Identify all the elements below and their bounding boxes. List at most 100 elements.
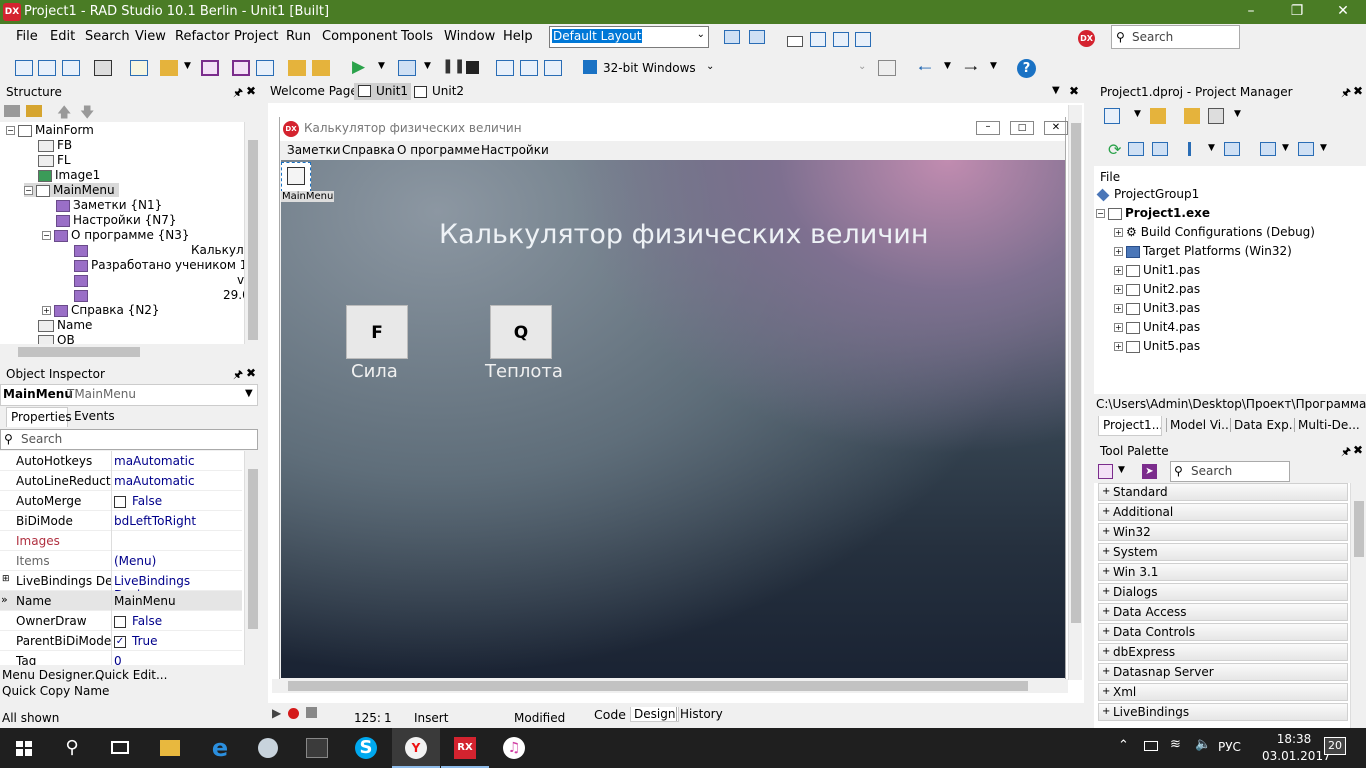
force-button[interactable]: F [346,305,408,359]
stop-icon[interactable] [466,61,479,74]
close-icon[interactable]: ✖ [246,366,256,380]
tab-unit2[interactable]: Unit2 [412,84,464,98]
run-without-debug-icon[interactable] [398,60,416,76]
structure-vscroll[interactable] [244,122,260,344]
property-row[interactable]: BiDiMode bdLeftToRight [0,511,242,531]
property-row[interactable]: AutoLineReductionmaAutomatic [0,471,242,491]
tray-chevron-icon[interactable]: ⌃ [1118,738,1129,753]
task-view-icon[interactable] [96,728,144,768]
unit-item[interactable]: + Unit4.pas [1114,320,1200,334]
forward-arrow-icon[interactable]: 🠂 [964,56,978,85]
property-row[interactable]: ⊞LiveBindings DesignerLiveBindings Desig… [0,571,242,602]
compile-icon[interactable] [1260,142,1276,156]
step-over-icon[interactable] [496,60,514,76]
tree-item[interactable]: Разработано учеником 10 к [74,258,244,272]
unit-item[interactable]: + Unit5.pas [1114,339,1200,353]
pin-icon[interactable]: 🖈 [1341,84,1351,103]
close-icon[interactable]: ✖ [1353,84,1363,98]
battery-icon[interactable] [1144,741,1158,751]
form-menu-notes[interactable]: Заметки [287,143,341,157]
menu-tools[interactable]: Tools [401,29,433,44]
component-selector[interactable]: MainMenu TMainMenu ▼ [0,384,258,406]
menu-run[interactable]: Run [286,29,311,44]
chevron-down-icon[interactable]: ▼ [1320,143,1327,153]
ide-search-input[interactable]: ⚲ Search [1111,25,1240,49]
tab-multi-device[interactable]: Multi-De... [1294,418,1364,432]
chevron-down-icon[interactable]: ▼ [944,61,951,71]
pin-icon[interactable]: 🖈 [233,84,243,103]
tree-item[interactable]: OB [38,333,75,344]
property-vscroll[interactable] [244,451,260,665]
chevron-down-icon[interactable]: ▼ [184,61,191,71]
pause-icon[interactable]: ❚❚ [442,58,465,74]
menu-designer-link[interactable]: Menu Designer... [2,668,103,682]
tab-project[interactable]: Project1.... [1098,416,1162,436]
design-vscroll[interactable] [1068,105,1082,680]
quick-edit-link[interactable]: Quick Edit... [95,668,167,682]
form-menu-about[interactable]: О программе [397,143,480,157]
tab-design[interactable]: Design [630,707,680,722]
menu-refactor[interactable]: Refactor [175,29,230,44]
menu-edit[interactable]: Edit [50,29,75,44]
chevron-down-icon[interactable]: ▼ [1052,85,1060,96]
file-explorer-icon[interactable] [146,728,194,768]
heat-button[interactable]: Q [490,305,552,359]
palette-search-input[interactable]: ⚲ Search [1170,461,1290,482]
property-row[interactable]: AutoHotkeys maAutomatic [0,451,242,471]
new-project-icon[interactable] [1104,108,1120,124]
menu-component[interactable]: Component [322,29,397,44]
unit-item[interactable]: + Unit3.pas [1114,301,1200,315]
close-icon[interactable]: ✖ [1353,443,1363,457]
close-icon[interactable]: ✖ [246,84,256,98]
calendar-icon[interactable] [810,32,826,47]
trace-into-icon[interactable] [520,60,538,76]
palette-category[interactable]: Additional [1098,503,1348,521]
add-file-icon[interactable] [1150,108,1166,124]
property-row-selected[interactable]: » Name MainMenu [0,591,242,611]
property-row[interactable]: AutoMerge False [0,491,242,511]
chevron-down-icon[interactable]: ▼ [1234,109,1241,119]
menu-file[interactable]: File [16,29,38,44]
layout-save-icon[interactable] [724,30,740,44]
property-row[interactable]: Images [0,531,242,551]
back-arrow-icon[interactable]: 🠀 [918,56,932,85]
design-hscroll[interactable] [272,679,1068,693]
property-search-input[interactable]: ⚲ Search [0,429,258,450]
help-icon[interactable]: ? [1017,59,1036,78]
chevron-down-icon[interactable]: ▼ [1208,143,1215,153]
help-chat-icon[interactable] [833,32,849,47]
tab-properties[interactable]: Properties [6,407,72,427]
tree-item[interactable]: Настройки {N7} [56,213,176,227]
tab-history[interactable]: History [676,707,723,721]
menu-window[interactable]: Window [444,29,495,44]
cursor-select-icon[interactable]: ➤ [1142,464,1157,479]
record-macro-icon[interactable] [288,708,299,719]
new-items-icon[interactable] [38,60,56,76]
chevron-down-icon[interactable]: ▼ [1282,143,1289,153]
steam-icon[interactable] [244,728,292,768]
property-row[interactable]: Items (Menu) [0,551,242,571]
run-icon[interactable]: ▶ [352,57,365,77]
form-maximize-button[interactable]: □ [1010,121,1034,135]
start-button[interactable] [0,728,48,768]
clock-date[interactable]: 03.01.2017 [1262,749,1331,763]
tab-model-view[interactable]: Model Vi... [1166,418,1230,432]
categories-icon[interactable] [1098,464,1113,479]
sync-icon[interactable]: ⟳ [1108,140,1121,159]
new-unit-icon[interactable] [130,60,148,76]
palette-category[interactable]: Datasnap Server [1098,663,1348,681]
checkbox[interactable] [114,615,126,628]
menu-project[interactable]: Project [234,29,278,44]
mainmenu-component[interactable] [281,162,311,192]
build-config-item[interactable]: + ⚙ Build Configurations (Debug) [1114,225,1315,239]
form-menu-help[interactable]: Справка [342,143,395,157]
build-icon[interactable] [1224,142,1240,156]
open-file-icon[interactable] [1184,108,1200,124]
run-to-cursor-icon[interactable] [544,60,562,76]
chevron-down-icon[interactable]: ▼ [1134,109,1141,119]
unit-item[interactable]: + Unit1.pas [1114,263,1200,277]
chevron-down-icon[interactable]: ▼ [378,61,385,71]
checkbox-checked[interactable]: ✓ [114,635,126,648]
menu-search[interactable]: Search [85,29,130,44]
property-row[interactable]: ParentBiDiMode ✓ True [0,631,242,651]
